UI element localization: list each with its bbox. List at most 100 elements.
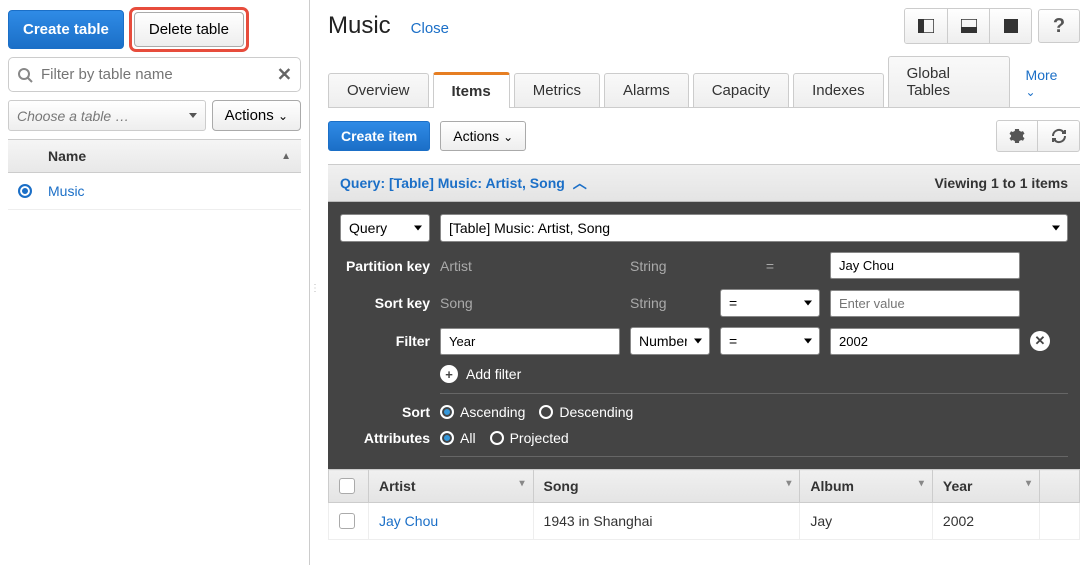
table-link-music[interactable]: Music — [48, 183, 85, 199]
create-item-button[interactable]: Create item — [328, 121, 430, 151]
tab-global-tables[interactable]: Global Tables — [888, 56, 1010, 107]
query-target-select[interactable]: [Table] Music: Artist, Song — [440, 214, 1068, 242]
tab-overview[interactable]: Overview — [328, 73, 429, 107]
partition-key-op: = — [720, 258, 820, 274]
tab-metrics[interactable]: Metrics — [514, 73, 600, 107]
layout-full-icon[interactable] — [989, 9, 1031, 43]
search-icon — [17, 67, 33, 83]
sort-desc-radio[interactable]: Descending — [539, 404, 633, 420]
choose-table-dropdown[interactable]: Choose a table … — [8, 100, 206, 131]
sort-desc-label: Descending — [559, 404, 633, 420]
name-header-label[interactable]: Name — [48, 148, 86, 164]
remove-filter-icon[interactable]: ✕ — [1030, 331, 1050, 351]
attr-all-label: All — [460, 430, 476, 446]
cell-album: Jay — [800, 503, 933, 540]
cell-year: 2002 — [932, 503, 1039, 540]
chevron-down-icon — [189, 113, 197, 118]
col-album[interactable]: Album ▾ — [800, 470, 933, 503]
tab-capacity[interactable]: Capacity — [693, 73, 789, 107]
tab-indexes[interactable]: Indexes — [793, 73, 884, 107]
table-list-header: Name ▲ — [8, 139, 301, 173]
sort-asc-label: Ascending — [460, 404, 525, 420]
col-year[interactable]: Year ▾ — [932, 470, 1039, 503]
query-label-text: Query: [Table] Music: Artist, Song — [340, 175, 565, 191]
create-table-button[interactable]: Create table — [8, 10, 124, 49]
partition-key-type: String — [630, 258, 710, 274]
attr-all-radio[interactable]: All — [440, 430, 476, 446]
col-song[interactable]: Song ▾ — [533, 470, 800, 503]
row-checkbox[interactable] — [339, 513, 355, 529]
table-filter-input[interactable] — [9, 58, 300, 91]
cell-song: 1943 in Shanghai — [533, 503, 800, 540]
radio-selected-icon[interactable] — [18, 184, 32, 198]
sort-asc-icon: ▲ — [281, 151, 291, 162]
item-actions-button[interactable]: Actions ⌄ — [440, 121, 526, 151]
clear-filter-icon[interactable]: ✕ — [277, 64, 292, 85]
refresh-icon[interactable] — [1038, 120, 1080, 152]
col-song-label: Song — [544, 478, 579, 494]
attributes-label: Attributes — [340, 430, 430, 446]
chevron-down-icon: ⌄ — [503, 130, 513, 144]
sidebar-actions-button[interactable]: Actions ⌄ — [212, 100, 301, 131]
layout-bottom-icon[interactable] — [947, 9, 989, 43]
table-row[interactable]: Jay Chou 1943 in Shanghai Jay 2002 — [329, 503, 1080, 540]
add-filter-link[interactable]: Add filter — [466, 366, 521, 382]
col-album-label: Album — [810, 478, 854, 494]
sidebar-actions-label: Actions — [225, 107, 274, 124]
col-artist[interactable]: Artist▾ — [369, 470, 534, 503]
partition-key-value-input[interactable] — [830, 252, 1020, 279]
filter-value-input[interactable] — [830, 328, 1020, 355]
sort-label: Sort — [340, 404, 430, 420]
sort-key-name: Song — [440, 295, 620, 311]
radio-selected-icon — [440, 405, 454, 419]
chevron-down-icon: ⌄ — [278, 109, 288, 123]
main-panel: Music Close ? Overview Items Metrics Ala… — [318, 0, 1088, 565]
viewing-count: Viewing 1 to 1 items — [934, 175, 1068, 191]
table-filter-wrap: ✕ — [8, 57, 301, 92]
sort-key-op-select[interactable]: = — [720, 289, 820, 317]
attr-projected-label: Projected — [510, 430, 569, 446]
delete-table-highlight: Delete table — [132, 10, 246, 49]
partition-key-label: Partition key — [340, 258, 430, 274]
partition-key-name: Artist — [440, 258, 620, 274]
select-all-checkbox[interactable] — [339, 478, 355, 494]
sort-asc-radio[interactable]: Ascending — [440, 404, 525, 420]
tab-more[interactable]: More ⌄ — [1014, 59, 1080, 107]
item-actions-label: Actions — [453, 128, 499, 144]
tab-bar: Overview Items Metrics Alarms Capacity I… — [328, 56, 1080, 108]
help-button[interactable]: ? — [1038, 9, 1080, 43]
col-year-label: Year — [943, 478, 973, 494]
filter-type-select[interactable]: Number — [630, 327, 710, 355]
radio-unselected-icon — [490, 431, 504, 445]
page-title: Music — [328, 12, 391, 40]
filter-op-select[interactable]: = — [720, 327, 820, 355]
help-icon: ? — [1053, 15, 1065, 38]
layout-toggle-group — [904, 8, 1032, 44]
delete-table-button[interactable]: Delete table — [134, 12, 244, 47]
sort-key-value-input[interactable] — [830, 290, 1020, 317]
attr-projected-radio[interactable]: Projected — [490, 430, 569, 446]
panel-splitter[interactable] — [310, 0, 318, 565]
layout-sidebar-icon[interactable] — [905, 9, 947, 43]
tab-more-label: More — [1026, 67, 1058, 83]
settings-icon[interactable] — [996, 120, 1038, 152]
chevron-down-icon: ▾ — [919, 478, 924, 489]
cell-artist[interactable]: Jay Chou — [379, 513, 438, 529]
filter-attr-input[interactable] — [440, 328, 620, 355]
sidebar: Create table Delete table ✕ Choose a tab… — [0, 0, 310, 565]
plus-icon[interactable]: + — [440, 365, 458, 383]
close-link[interactable]: Close — [411, 20, 449, 37]
tab-items[interactable]: Items — [433, 72, 510, 108]
filter-label: Filter — [340, 333, 430, 349]
choose-table-label: Choose a table … — [17, 108, 129, 124]
chevron-down-icon: ⌄ — [1026, 85, 1036, 99]
query-builder-panel: Query [Table] Music: Artist, Song Partit… — [328, 202, 1080, 469]
chevron-down-icon: ▾ — [1026, 478, 1031, 489]
tab-alarms[interactable]: Alarms — [604, 73, 689, 107]
query-mode-select[interactable]: Query — [340, 214, 430, 242]
table-row[interactable]: Music — [8, 173, 301, 210]
sort-key-type: String — [630, 295, 710, 311]
query-header-bar[interactable]: Query: [Table] Music: Artist, Song ︿ Vie… — [328, 164, 1080, 202]
sort-key-label: Sort key — [340, 295, 430, 311]
chevron-down-icon: ▾ — [786, 478, 791, 489]
